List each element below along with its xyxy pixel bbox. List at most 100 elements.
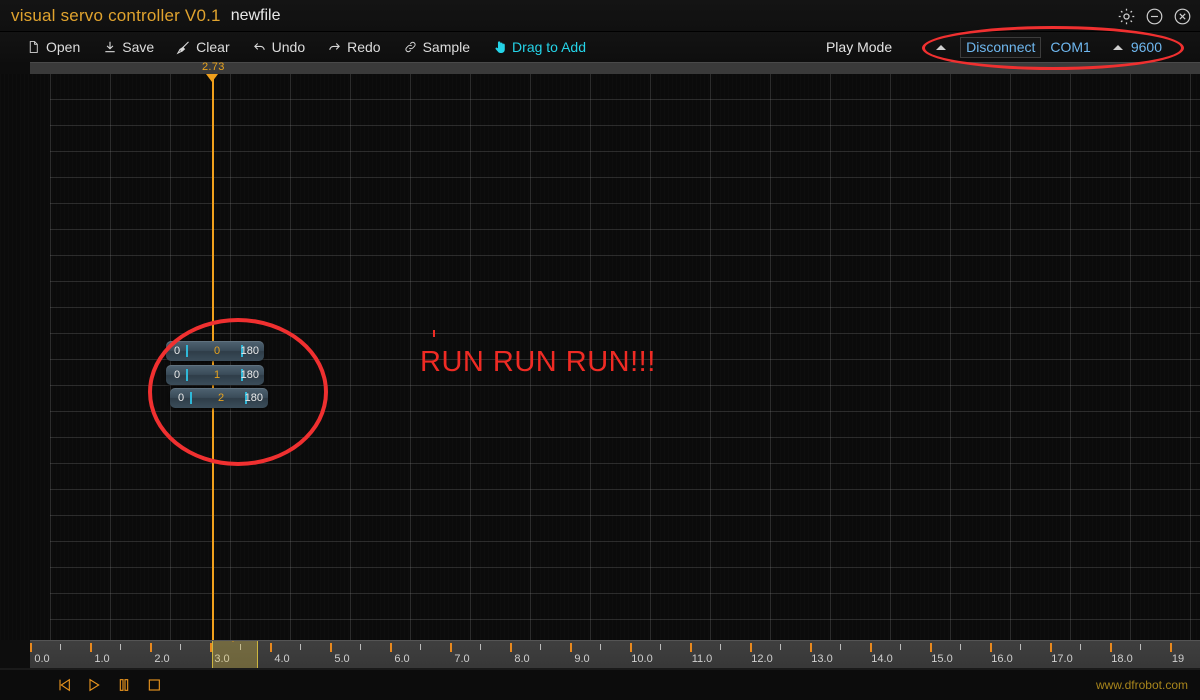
servo-min-value: 0	[178, 392, 185, 404]
ruler-major-tick	[1170, 643, 1172, 652]
stop-button[interactable]	[142, 674, 166, 696]
servo-index-value: 2	[218, 392, 225, 404]
pause-button[interactable]	[112, 674, 136, 696]
servo-track-2[interactable]: 0 2 180	[170, 388, 268, 408]
sample-button[interactable]: Sample	[403, 39, 470, 55]
ruler-tick-label: 1.0	[94, 653, 110, 665]
title-bar: visual servo controller V0.1 newfile	[0, 0, 1200, 32]
ruler-major-tick	[1110, 643, 1112, 652]
ruler-major-tick	[750, 643, 752, 652]
drag-to-add-button[interactable]: Drag to Add	[492, 39, 586, 55]
clear-label: Clear	[196, 39, 230, 55]
toolbar: Open Save Clear Undo Redo Sample Drag to…	[0, 32, 1200, 62]
connection-controls: Play Mode Disconnect COM1 9600	[826, 32, 1200, 62]
ruler-tick-label: 18.0	[1111, 653, 1133, 665]
playback-bar: www.dfrobot.com	[0, 670, 1200, 700]
baud-rate-select[interactable]: 9600	[1131, 39, 1162, 55]
timeline-selection-band[interactable]	[212, 641, 258, 670]
file-name-label: newfile	[230, 6, 281, 24]
annotation-tick-mark	[433, 330, 435, 337]
ruler-tick-label: 16.0	[991, 653, 1013, 665]
servo-min-tick-icon	[186, 369, 188, 381]
servo-max-value: 180	[244, 392, 263, 404]
ruler-major-tick	[270, 643, 272, 652]
ruler-minor-tick	[780, 644, 781, 650]
ruler-major-tick	[150, 643, 152, 652]
sample-label: Sample	[422, 39, 471, 55]
ruler-minor-tick	[60, 644, 61, 650]
playhead-value-label: 2.73	[202, 61, 225, 73]
timeline-canvas[interactable]: 0 0 180 0 1 180 0 2 180 RUN RUN RUN!!!	[0, 74, 1200, 640]
ruler-minor-tick	[1020, 644, 1021, 650]
ruler-minor-tick	[420, 644, 421, 650]
redo-label: Redo	[347, 39, 381, 55]
ruler-minor-tick	[180, 644, 181, 650]
ruler-minor-tick	[120, 644, 121, 650]
play-mode-chevron-up-icon[interactable]	[936, 44, 947, 50]
servo-index-value: 0	[214, 345, 221, 357]
ruler-major-tick	[810, 643, 812, 652]
close-icon[interactable]	[1173, 7, 1192, 26]
brush-icon	[176, 40, 191, 55]
play-button[interactable]	[82, 674, 106, 696]
playback-controls	[52, 674, 166, 696]
ruler-minor-tick	[900, 644, 901, 650]
redo-arrow-icon	[327, 40, 342, 55]
ruler-minor-tick	[360, 644, 361, 650]
ruler-tick-label: 17.0	[1051, 653, 1073, 665]
ruler-minor-tick	[960, 644, 961, 650]
open-button[interactable]: Open	[26, 39, 80, 55]
ruler-major-tick	[330, 643, 332, 652]
disconnect-button[interactable]: Disconnect	[960, 36, 1042, 58]
ruler-minor-tick	[1080, 644, 1081, 650]
ruler-minor-tick	[300, 644, 301, 650]
minimize-icon[interactable]	[1145, 7, 1164, 26]
download-icon	[102, 40, 117, 55]
com-port-chevron-up-icon[interactable]	[1112, 44, 1123, 50]
ruler-tick-label: 13.0	[811, 653, 833, 665]
undo-button[interactable]: Undo	[252, 39, 305, 55]
clear-button[interactable]: Clear	[176, 39, 230, 55]
ruler-major-tick	[1050, 643, 1052, 652]
ruler-tick-label: 5.0	[334, 653, 350, 665]
ruler-major-tick	[90, 643, 92, 652]
redo-button[interactable]: Redo	[327, 39, 381, 55]
file-icon	[26, 40, 41, 55]
skip-to-start-button[interactable]	[52, 674, 76, 696]
save-button[interactable]: Save	[102, 39, 154, 55]
ruler-tick-label: 2.0	[154, 653, 170, 665]
ruler-minor-tick	[720, 644, 721, 650]
ruler-minor-tick	[600, 644, 601, 650]
ruler-minor-tick	[1140, 644, 1141, 650]
timeline-ruler[interactable]: 0.0 1.0 2.0 3.0 4.0 5.0 6.0 7.0 8.0 9.0 10.0 11.0 12…	[30, 640, 1200, 670]
servo-track-1[interactable]: 0 1 180	[166, 365, 264, 385]
timeline-selection-handle[interactable]	[226, 641, 240, 642]
com-port-select[interactable]: COM1	[1050, 39, 1090, 55]
servo-index-value: 1	[214, 369, 221, 381]
ruler-tick-label: 10.0	[631, 653, 653, 665]
servo-track-0[interactable]: 0 0 180	[166, 341, 264, 361]
ruler-major-tick	[690, 643, 692, 652]
drag-to-add-label: Drag to Add	[512, 39, 586, 55]
open-label: Open	[46, 39, 81, 55]
ruler-tick-label: 12.0	[751, 653, 773, 665]
link-icon	[403, 40, 418, 55]
ruler-minor-tick	[840, 644, 841, 650]
gear-icon[interactable]	[1117, 7, 1136, 26]
ruler-major-tick	[870, 643, 872, 652]
ruler-tick-label: 4.0	[274, 653, 290, 665]
ruler-major-tick	[510, 643, 512, 652]
ruler-tick-label: 9.0	[574, 653, 590, 665]
ruler-tick-label: 19	[1171, 653, 1185, 665]
play-mode-label[interactable]: Play Mode	[826, 39, 892, 55]
save-label: Save	[122, 39, 155, 55]
ruler-major-tick	[630, 643, 632, 652]
servo-min-tick-icon	[190, 392, 192, 404]
ruler-tick-label: 0.0	[34, 653, 50, 665]
ruler-minor-tick	[480, 644, 481, 650]
ruler-major-tick	[450, 643, 452, 652]
ruler-major-tick	[990, 643, 992, 652]
hand-pointer-icon	[492, 40, 507, 55]
ruler-major-tick	[570, 643, 572, 652]
servo-min-value: 0	[174, 345, 181, 357]
